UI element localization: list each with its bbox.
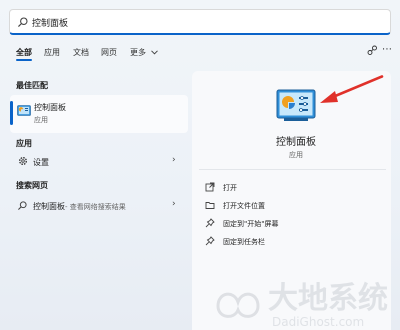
tab-more-label: 更多 xyxy=(130,48,146,57)
tab-all[interactable]: 全部 xyxy=(16,47,32,58)
search-box[interactable]: 控制面板 xyxy=(9,9,391,35)
tab-apps[interactable]: 应用 xyxy=(44,47,60,58)
web-search-hint: - 查看网络搜索结果 xyxy=(65,203,126,211)
gear-icon xyxy=(19,157,27,165)
app-item-label: 设置 xyxy=(33,158,49,167)
best-match-item[interactable] xyxy=(10,95,188,133)
apps-heading: 应用 xyxy=(16,139,32,148)
best-match-title: 控制面板 xyxy=(34,103,66,112)
watermark-subtext: DadiGhost.com xyxy=(272,315,364,329)
tab-active-indicator xyxy=(16,59,32,61)
web-search-query: 控制面板 xyxy=(33,202,65,211)
pin-icon xyxy=(205,218,215,228)
tab-more[interactable]: 更多 xyxy=(130,47,158,58)
panel-divider xyxy=(199,169,386,170)
annotation-arrow-icon xyxy=(320,75,384,103)
action-pin-taskbar-label: 固定到任务栏 xyxy=(223,238,265,246)
best-match-heading: 最佳匹配 xyxy=(16,81,48,90)
action-open-label: 打开 xyxy=(223,184,237,192)
folder-icon xyxy=(205,202,215,209)
pin-icon xyxy=(205,236,215,246)
panel-title: 控制面板 xyxy=(276,137,316,148)
panel-subtitle: 应用 xyxy=(289,151,303,159)
watermark-text: 大地系统 xyxy=(268,281,388,316)
web-search-heading: 搜索网页 xyxy=(16,181,48,190)
control-panel-icon xyxy=(17,105,31,116)
best-match-subtitle: 应用 xyxy=(34,116,48,124)
open-icon xyxy=(205,182,215,192)
selection-indicator xyxy=(10,101,13,125)
chevron-down-icon xyxy=(150,50,158,55)
tab-web[interactable]: 网页 xyxy=(101,47,117,58)
action-open-file-location-label: 打开文件位置 xyxy=(223,202,265,210)
action-pin-start-label: 固定到"开始"屏幕 xyxy=(223,220,279,228)
chevron-right-icon: › xyxy=(172,155,176,165)
watermark-logo: 大地系统 DadiGhost.com xyxy=(216,281,388,329)
search-input[interactable]: 控制面板 xyxy=(32,16,68,29)
search-icon xyxy=(18,201,27,210)
control-panel-icon xyxy=(276,89,316,121)
more-options-icon[interactable]: ⋯ xyxy=(382,44,392,55)
chevron-right-icon: › xyxy=(172,199,176,209)
share-icon[interactable] xyxy=(367,45,378,56)
search-icon xyxy=(18,17,28,27)
tab-documents[interactable]: 文档 xyxy=(73,47,89,58)
